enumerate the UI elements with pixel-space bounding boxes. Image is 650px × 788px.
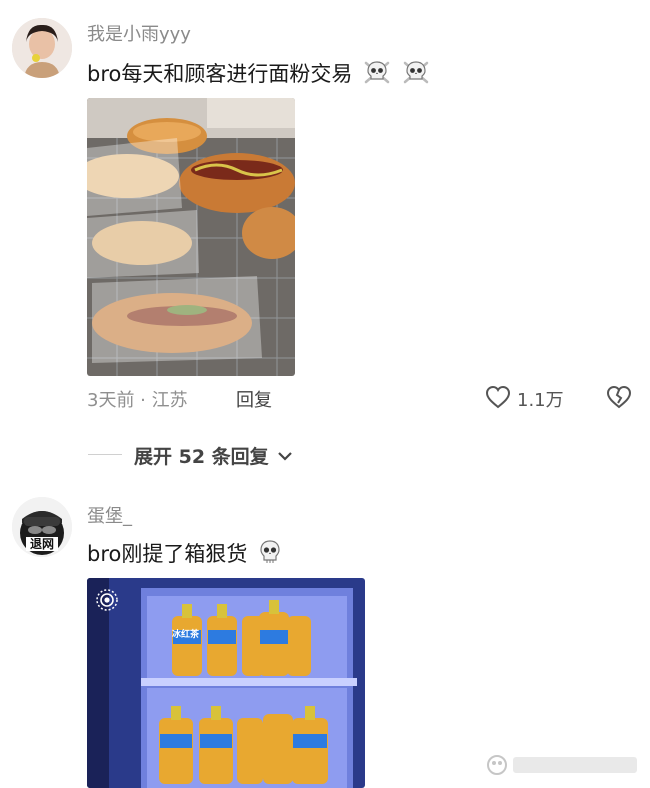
comment-text: bro刚提了箱狠货: [87, 538, 282, 570]
bottle-label: 冰红茶: [172, 630, 200, 640]
comment-username[interactable]: 蛋堡_: [87, 502, 132, 528]
skull-crossbones-icon: [402, 59, 430, 90]
chevron-down-icon: [277, 447, 293, 466]
comment-text: bro每天和顾客进行面粉交易: [87, 58, 430, 90]
avatar-text: 退网: [29, 537, 54, 551]
skull-crossbones-icon: [363, 59, 391, 90]
watermark-logo: [485, 752, 645, 782]
comment-text-content: bro刚提了箱狠货: [87, 542, 248, 566]
comment-image-bread[interactable]: [87, 98, 295, 376]
expand-replies-label: 展开 52 条回复: [134, 446, 269, 468]
avatar[interactable]: [12, 18, 72, 78]
expand-replies-button[interactable]: 展开 52 条回复: [134, 442, 293, 469]
like-count: 1.1万: [517, 390, 564, 411]
like-button[interactable]: 1.1万: [484, 382, 574, 412]
divider: [88, 454, 122, 455]
comment-username[interactable]: 我是小雨yyy: [87, 20, 191, 46]
comment-time-location: 3天前 · 江苏: [87, 390, 188, 411]
comment-text-content: bro每天和顾客进行面粉交易: [87, 62, 353, 86]
comment-image-fridge[interactable]: 冰红茶: [87, 578, 365, 788]
live-photo-icon[interactable]: [95, 588, 119, 616]
broken-heart-icon[interactable]: [605, 384, 633, 414]
reply-button[interactable]: 回复: [236, 386, 272, 412]
skull-icon: [258, 539, 282, 570]
heart-icon: [484, 384, 512, 414]
avatar[interactable]: 退网: [12, 497, 72, 557]
